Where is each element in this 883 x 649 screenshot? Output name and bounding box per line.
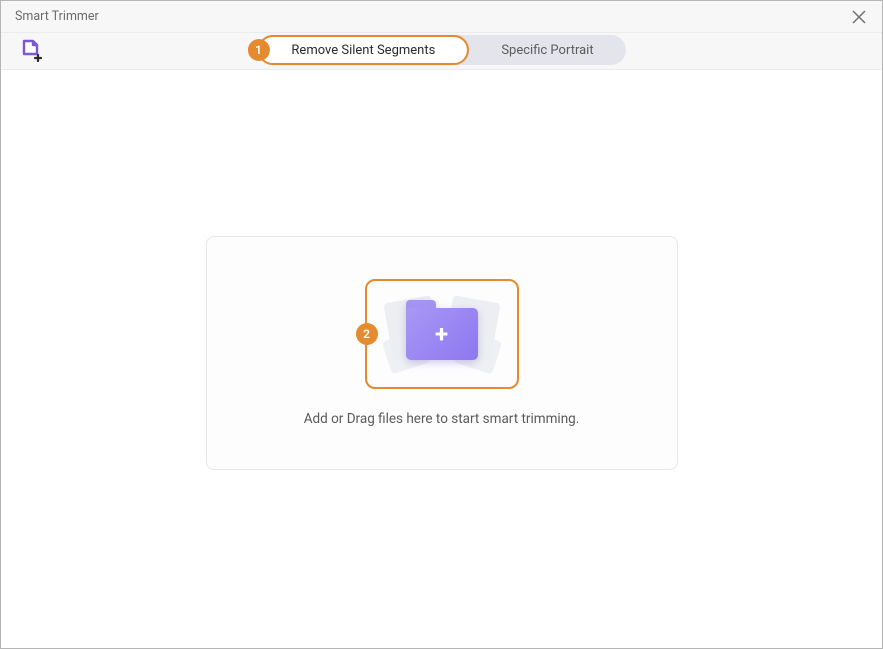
add-media-icon[interactable] xyxy=(17,37,43,63)
content-area: 2 + Add or Drag files here to start smar… xyxy=(1,70,882,648)
add-files-button[interactable]: 2 + xyxy=(365,279,519,389)
folder-illustration: + xyxy=(387,294,497,374)
tab-group: 1 Remove Silent Segments Specific Portra… xyxy=(257,35,625,65)
close-button[interactable] xyxy=(850,8,868,26)
step-badge-1: 1 xyxy=(247,39,269,61)
tab-remove-silent-segments[interactable]: 1 Remove Silent Segments xyxy=(257,35,469,65)
tab-specific-portrait[interactable]: Specific Portrait xyxy=(469,35,625,65)
tab-label: Specific Portrait xyxy=(501,43,593,58)
toolbar: 1 Remove Silent Segments Specific Portra… xyxy=(1,33,882,70)
dropzone-hint-text: Add or Drag files here to start smart tr… xyxy=(304,411,580,427)
step-badge-2: 2 xyxy=(356,323,378,345)
tab-label: Remove Silent Segments xyxy=(291,43,435,58)
tab-pill-group: 1 Remove Silent Segments Specific Portra… xyxy=(257,35,625,65)
titlebar: Smart Trimmer xyxy=(1,1,882,33)
file-dropzone[interactable]: 2 + Add or Drag files here to start smar… xyxy=(206,236,678,470)
close-icon xyxy=(852,10,866,24)
smart-trimmer-window: Smart Trimmer 1 Remove Silent Segments xyxy=(0,0,883,649)
folder-add-icon: + xyxy=(406,308,478,360)
window-title: Smart Trimmer xyxy=(15,9,99,24)
plus-icon: + xyxy=(435,322,448,346)
